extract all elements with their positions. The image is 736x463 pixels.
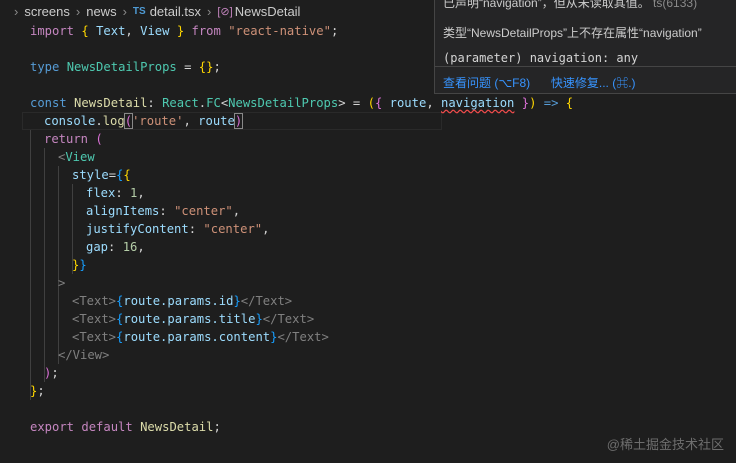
- hover-type-signature: (parameter) navigation: any: [443, 51, 639, 65]
- hover-divider: [435, 66, 736, 67]
- code-line-20: );: [44, 366, 59, 380]
- navigation-param-error[interactable]: navigation: [441, 96, 514, 110]
- code-line-5: const NewsDetail: React.FC<NewsDetailPro…: [30, 96, 574, 110]
- hover-message-missing-property: 类型“NewsDetailProps”上不存在属性“navigation”: [443, 26, 702, 40]
- code-line-6: console.log('route', route): [44, 113, 244, 129]
- breadcrumb-item-screens[interactable]: screens: [24, 4, 70, 19]
- breadcrumb-item-symbol[interactable]: NewsDetail: [235, 4, 301, 19]
- breadcrumb-item-news[interactable]: news: [86, 4, 116, 19]
- indent-guide: [44, 148, 45, 382]
- code-line-18: <Text>{route.params.content}</Text>: [72, 330, 329, 344]
- breadcrumb-item-file[interactable]: detail.tsx: [150, 4, 201, 19]
- code-line-9: style={{: [72, 168, 131, 182]
- view-problem-link[interactable]: 查看问题 (⌥F8): [443, 76, 530, 90]
- indent-guide: [30, 130, 31, 400]
- watermark: @稀土掘金技术社区: [606, 437, 724, 452]
- hover-tooltip: 已声明“navigation”，但从未读取其值。 ts(6133) 类型“New…: [434, 0, 736, 94]
- code-line-17: <Text>{route.params.title}</Text>: [72, 312, 315, 326]
- indent-guide: [58, 166, 59, 364]
- code-line-7: return (: [44, 132, 103, 146]
- code-line-12: justifyContent: "center",: [86, 222, 270, 236]
- code-line-19: </View>: [58, 348, 110, 362]
- code-line-11: alignItems: "center",: [86, 204, 241, 218]
- code-line-8: <View: [58, 150, 95, 164]
- code-line-16: <Text>{route.params.id}</Text>: [72, 294, 293, 308]
- code-line-10: flex: 1,: [86, 186, 145, 200]
- chevron-icon: ›: [14, 3, 19, 19]
- hover-actions: 查看问题 (⌥F8) 快速修复... (⌘.): [443, 74, 636, 91]
- chevron-right-icon: ›: [75, 3, 81, 19]
- code-line-14: }}: [72, 258, 87, 272]
- code-line-21: };: [30, 384, 45, 398]
- chevron-right-icon: ›: [122, 3, 127, 19]
- code-line-15: >: [58, 276, 66, 290]
- symbol-variable-icon: [⊘]: [217, 5, 233, 18]
- code-line-13: gap: 16,: [86, 240, 145, 254]
- chevron-right-icon: ›: [207, 3, 212, 19]
- code-line-1: import { Text, View } from "react-native…: [30, 24, 339, 38]
- code-line-3: type NewsDetailProps = {};: [30, 60, 221, 74]
- quick-fix-link[interactable]: 快速修复... (⌘.): [551, 76, 636, 90]
- hover-message-unused: 已声明“navigation”，但从未读取其值。 ts(6133): [443, 0, 698, 10]
- typescript-file-icon: TS: [132, 5, 146, 17]
- code-line-23: export default NewsDetail;: [30, 420, 221, 434]
